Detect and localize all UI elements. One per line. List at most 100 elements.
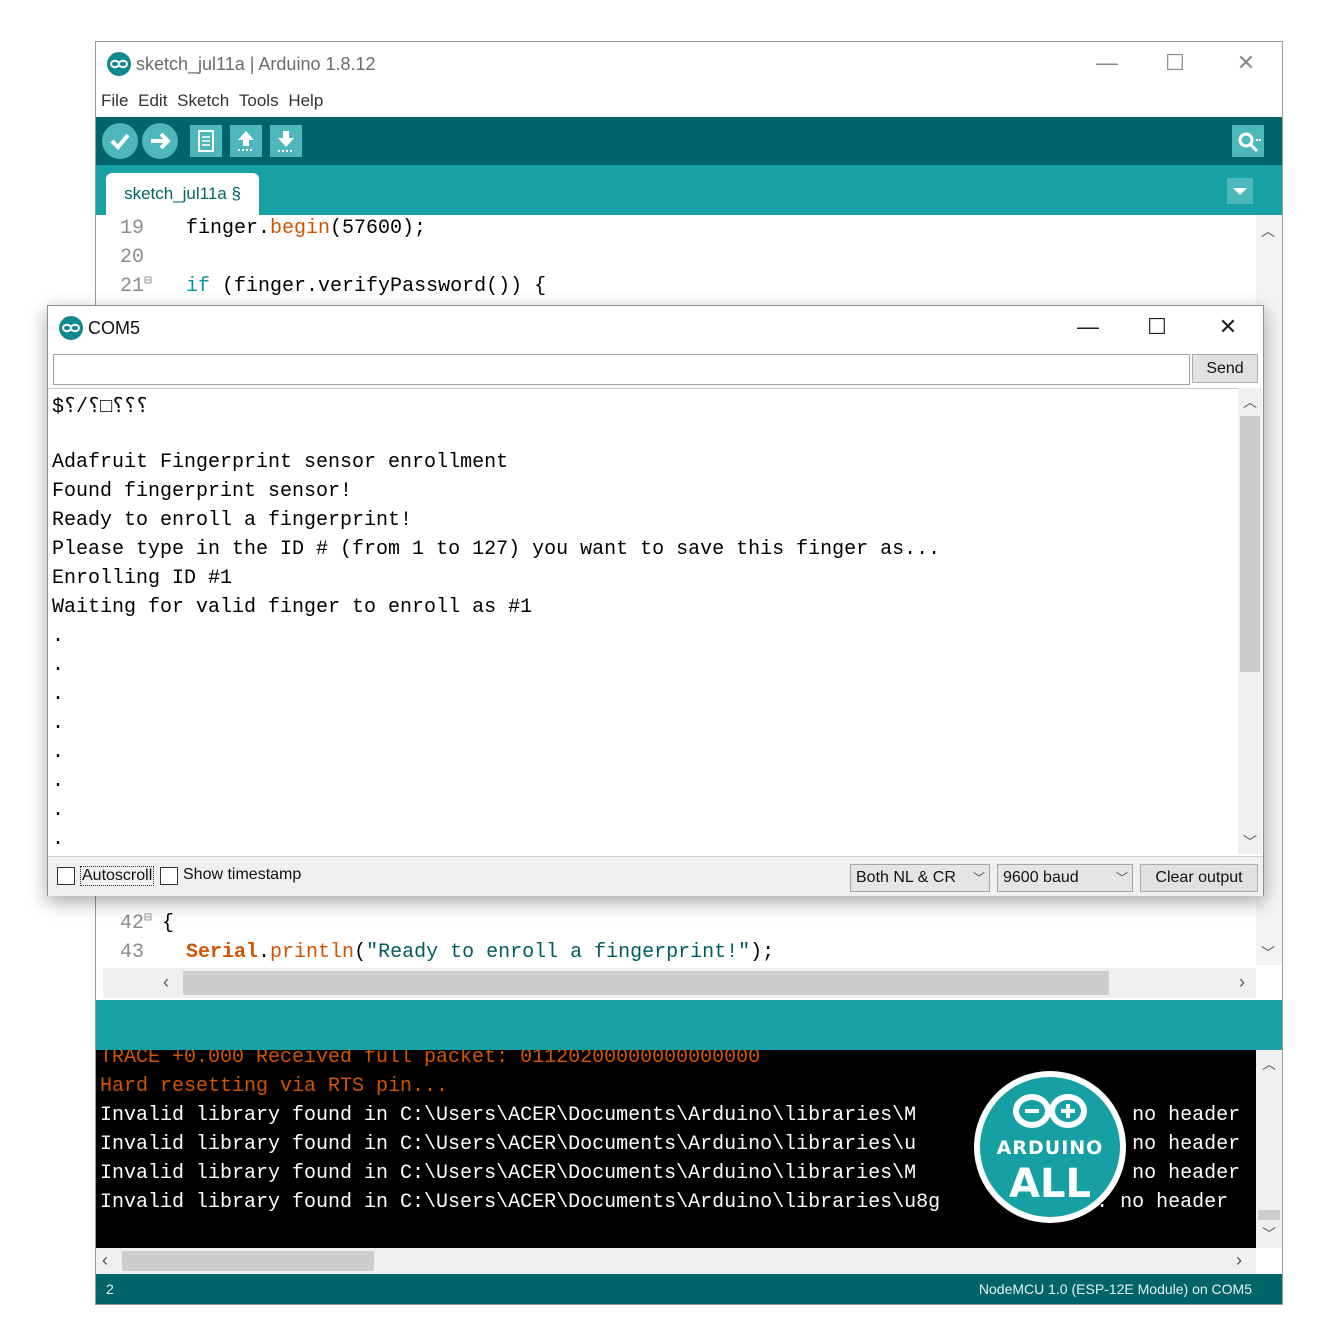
- code-token: );: [750, 941, 775, 964]
- code-token: "Ready to enroll a fingerprint!": [366, 941, 751, 964]
- code-line: if (finger.verifyPassword()) {: [162, 275, 546, 298]
- serial-window-title: COM5: [88, 318, 141, 338]
- code-line: {: [162, 912, 174, 935]
- baud-rate-value: 9600 baud: [1003, 869, 1079, 886]
- scroll-left-icon[interactable]: ‹: [163, 972, 169, 993]
- menu-sketch[interactable]: Sketch: [177, 91, 229, 110]
- serial-vertical-scrollbar[interactable]: ︿ ﹀: [1238, 388, 1262, 854]
- menu-bar: File Edit Sketch Tools Help: [96, 86, 1282, 116]
- serial-output-line: Ready to enroll a fingerprint!: [52, 509, 413, 532]
- upload-icon[interactable]: [142, 123, 178, 159]
- menu-tools[interactable]: Tools: [239, 91, 279, 110]
- arduino-all-badge: ARDUINO ALL: [974, 1071, 1126, 1223]
- arduino-logo-icon: [107, 52, 131, 76]
- tab-sketch[interactable]: sketch_jul11a §: [106, 173, 259, 215]
- send-button[interactable]: Send: [1192, 354, 1258, 383]
- scroll-down-icon[interactable]: ﹀: [1261, 943, 1275, 963]
- serial-output-line: .: [52, 741, 65, 764]
- editor-horizontal-scrollbar[interactable]: ‹ ›: [103, 968, 1256, 998]
- serial-output-line: .: [52, 770, 65, 793]
- scroll-left-icon[interactable]: ‹: [102, 1250, 108, 1271]
- save-icon[interactable]: [270, 125, 302, 157]
- code-token: (finger.verifyPassword()) {: [210, 275, 547, 298]
- send-input[interactable]: [53, 354, 1190, 385]
- horizontal-scroll-thumb[interactable]: [183, 971, 1109, 995]
- badge-circle: ARDUINO ALL: [980, 1077, 1120, 1217]
- console-horizontal-scrollbar[interactable]: ‹ ›: [96, 1248, 1256, 1274]
- tab-bar: sketch_jul11a §: [96, 165, 1282, 215]
- autoscroll-checkbox[interactable]: [57, 867, 75, 885]
- console-scroll-thumb[interactable]: [1258, 1210, 1280, 1220]
- line-ending-select[interactable]: Both NL & CR ﹀: [850, 864, 990, 892]
- serial-monitor-icon[interactable]: [1232, 125, 1264, 157]
- line-number: 19: [119, 217, 144, 240]
- line-number: 42: [119, 912, 144, 935]
- code-token: println: [270, 941, 355, 964]
- console-vertical-scrollbar[interactable]: ︿ ﹀: [1256, 1050, 1282, 1248]
- serial-output-line: .: [52, 683, 65, 706]
- maximize-icon[interactable]: ☐: [1152, 46, 1198, 80]
- maximize-icon[interactable]: ☐: [1134, 310, 1180, 344]
- menu-help[interactable]: Help: [288, 91, 323, 110]
- autoscroll-label[interactable]: Autoscroll: [80, 866, 155, 886]
- code-token: {: [162, 912, 175, 935]
- chevron-down-icon[interactable]: [1227, 178, 1253, 204]
- serial-output: $⸮/⸮□⸮⸮⸮ Adafruit Fingerprint sensor enro…: [48, 388, 1238, 855]
- line-number: 43: [119, 941, 144, 964]
- code-token: begin: [270, 217, 331, 240]
- line-ending-value: Both NL & CR: [856, 869, 956, 886]
- minimize-icon[interactable]: —: [1065, 310, 1111, 344]
- serial-output-line: .: [52, 799, 65, 822]
- status-bar: 2 NodeMCU 1.0 (ESP-12E Module) on COM5: [96, 1274, 1282, 1304]
- chevron-down-icon: ﹀: [972, 871, 985, 885]
- badge-line2: ALL: [1009, 1161, 1091, 1207]
- verify-icon[interactable]: [102, 123, 138, 159]
- serial-scroll-thumb[interactable]: [1240, 416, 1260, 672]
- serial-output-line: Adafruit Fingerprint sensor enrollment: [52, 451, 509, 474]
- menu-edit[interactable]: Edit: [138, 91, 167, 110]
- scroll-up-icon[interactable]: ︿: [1243, 392, 1257, 412]
- timestamp-label[interactable]: Show timestamp: [183, 866, 301, 884]
- serial-output-line: .: [52, 654, 65, 677]
- serial-output-line: Please type in the ID # (from 1 to 127) …: [52, 538, 941, 561]
- baud-rate-select[interactable]: 9600 baud ﹀: [997, 864, 1133, 892]
- board-port-label: NodeMCU 1.0 (ESP-12E Module) on COM5: [978, 1281, 1252, 1297]
- scroll-right-icon[interactable]: ›: [1236, 1250, 1242, 1271]
- new-icon[interactable]: [190, 125, 222, 157]
- console-line: Hard resetting via RTS pin...: [100, 1075, 449, 1098]
- fold-icon[interactable]: ⊟: [144, 273, 158, 288]
- code-line: Serial.println("Ready to enroll a finger…: [162, 941, 774, 964]
- infinity-logo-icon: [1013, 1094, 1087, 1128]
- toolbar: [96, 117, 1282, 165]
- serial-output-line: Enrolling ID #1: [52, 567, 233, 590]
- code-token: finger.: [162, 217, 271, 240]
- code-token: (57600);: [330, 217, 427, 240]
- scroll-up-icon[interactable]: ︿: [1262, 1054, 1276, 1074]
- scroll-down-icon[interactable]: ﹀: [1262, 1224, 1276, 1244]
- arduino-logo-icon: [59, 316, 83, 340]
- serial-output-line: .: [52, 828, 65, 851]
- serial-output-line: $⸮/⸮□⸮⸮⸮: [52, 396, 149, 419]
- timestamp-checkbox[interactable]: [160, 867, 178, 885]
- minimize-icon[interactable]: —: [1084, 46, 1130, 80]
- serial-output-line: Waiting for valid finger to enroll as #1: [52, 596, 533, 619]
- close-icon[interactable]: ✕: [1205, 310, 1251, 344]
- badge-line1: ARDUINO: [996, 1137, 1104, 1159]
- line-number: 2: [106, 1281, 114, 1297]
- serial-footer: Autoscroll Show timestamp Both NL & CR ﹀…: [48, 856, 1263, 896]
- scroll-right-icon[interactable]: ›: [1239, 972, 1245, 993]
- close-icon[interactable]: ✕: [1223, 46, 1269, 80]
- serial-output-line: Found fingerprint sensor!: [52, 480, 353, 503]
- open-icon[interactable]: [230, 125, 262, 157]
- console-hscroll-thumb[interactable]: [122, 1251, 374, 1271]
- serial-output-line: .: [52, 625, 65, 648]
- clear-output-button[interactable]: Clear output: [1140, 864, 1258, 892]
- fold-icon[interactable]: ⊟: [144, 910, 158, 925]
- scroll-up-icon[interactable]: ︿: [1261, 221, 1275, 241]
- scroll-down-icon[interactable]: ﹀: [1243, 832, 1257, 852]
- code-token: .: [258, 941, 271, 964]
- line-number: 20: [119, 246, 144, 269]
- menu-file[interactable]: File: [101, 91, 128, 110]
